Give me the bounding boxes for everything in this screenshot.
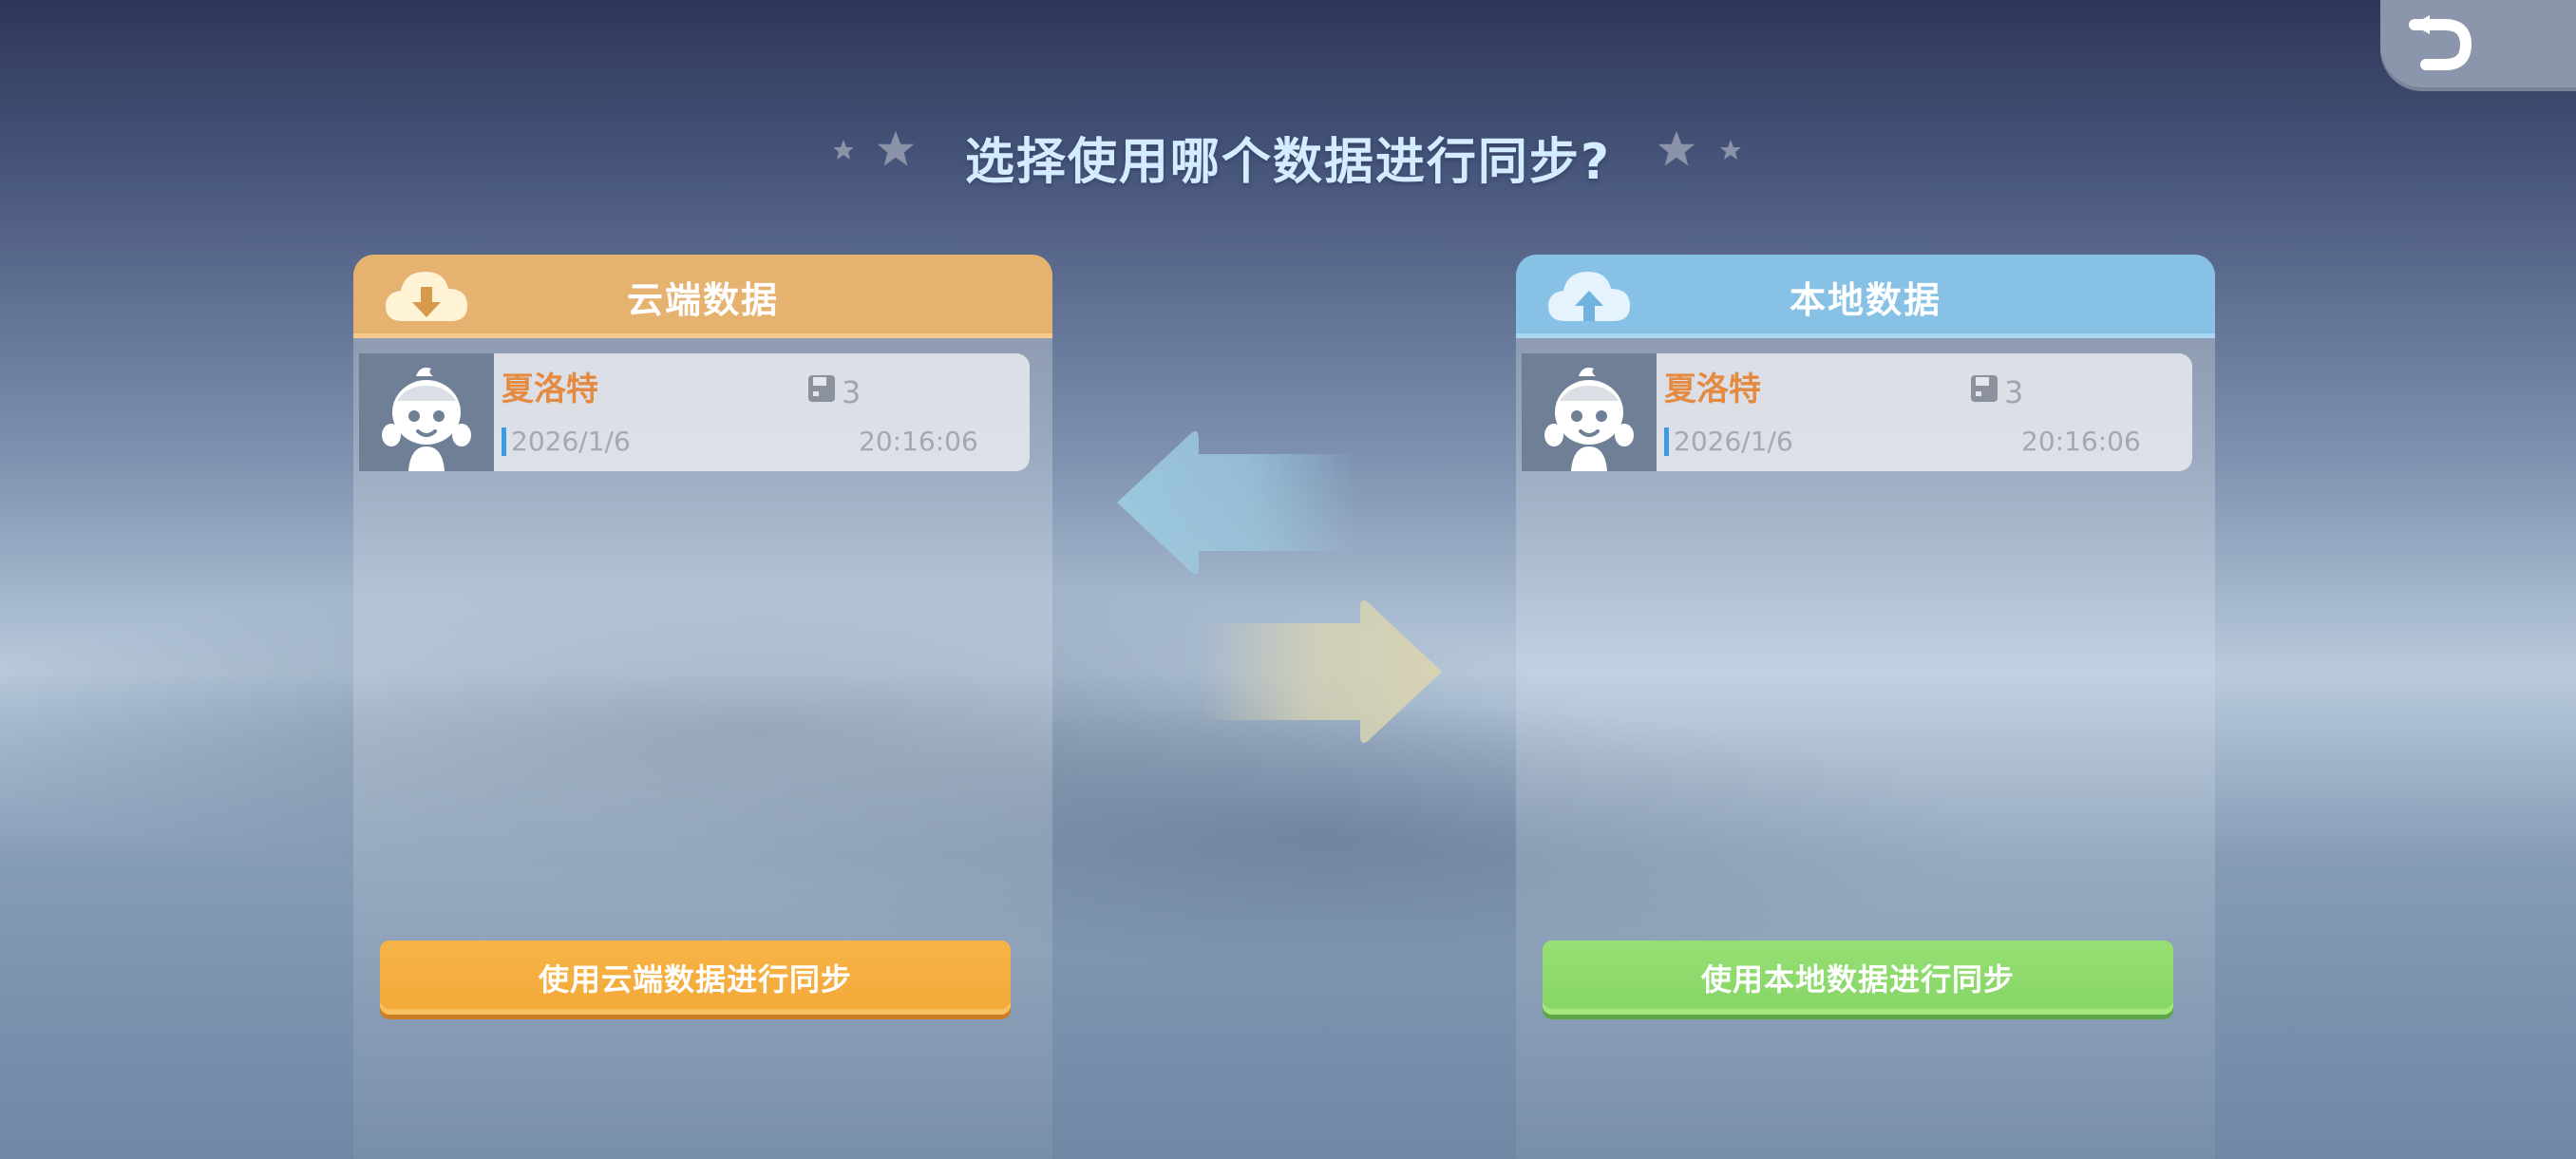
save-time: 20:16:06 <box>859 426 978 457</box>
cloud-download-icon <box>386 272 467 321</box>
back-button[interactable] <box>2380 0 2576 91</box>
date-marker <box>1664 428 1669 456</box>
avatar <box>1522 353 1657 471</box>
star-icon <box>833 140 854 160</box>
save-count: 3 <box>842 374 862 410</box>
local-panel-header: 本地数据 <box>1516 255 2215 338</box>
local-save-card[interactable]: 夏洛特 3 2026/1/6 20:16:06 <box>1522 353 2192 471</box>
cloud-panel-title: 云端数据 <box>626 278 779 321</box>
character-avatar-icon <box>1544 368 1634 471</box>
save-character-name: 夏洛特 <box>1664 370 1761 408</box>
date-marker <box>502 428 506 456</box>
left-arrow-icon <box>1117 431 1358 574</box>
save-disk-icon <box>1971 375 1998 402</box>
right-arrow-icon <box>1201 600 1442 743</box>
cloud-panel-header: 云端数据 <box>353 255 1052 338</box>
page-title: 选择使用哪个数据进行同步? <box>964 133 1612 191</box>
save-date: 2026/1/6 <box>511 426 631 457</box>
save-count: 3 <box>2004 374 2024 410</box>
save-character-name: 夏洛特 <box>502 370 598 408</box>
use-local-data-button[interactable]: 使用本地数据进行同步 <box>1543 940 2173 1015</box>
save-date: 2026/1/6 <box>1674 426 1793 457</box>
back-arrow-icon <box>2409 15 2472 70</box>
use-cloud-data-button[interactable]: 使用云端数据进行同步 <box>380 940 1011 1015</box>
save-disk-icon <box>808 375 835 402</box>
save-time: 20:16:06 <box>2021 426 2141 457</box>
star-icon <box>1720 140 1741 160</box>
star-icon <box>877 130 915 166</box>
local-data-panel: 本地数据 夏洛特 3 2026/1/6 20:16:06 使用本地数据进行同步 <box>1516 255 2215 1159</box>
character-avatar-icon <box>382 368 471 471</box>
cloud-upload-icon <box>1548 272 1630 321</box>
cloud-save-card[interactable]: 夏洛特 3 2026/1/6 20:16:06 <box>359 353 1030 471</box>
local-panel-title: 本地数据 <box>1789 278 1941 321</box>
star-icon <box>1657 130 1695 166</box>
cloud-data-panel: 云端数据 夏洛特 3 2026/1/6 20:16:06 使用云端数据进行同步 <box>353 255 1052 1159</box>
title-row: 选择使用哪个数据进行同步? <box>0 119 2576 195</box>
avatar <box>359 353 494 471</box>
